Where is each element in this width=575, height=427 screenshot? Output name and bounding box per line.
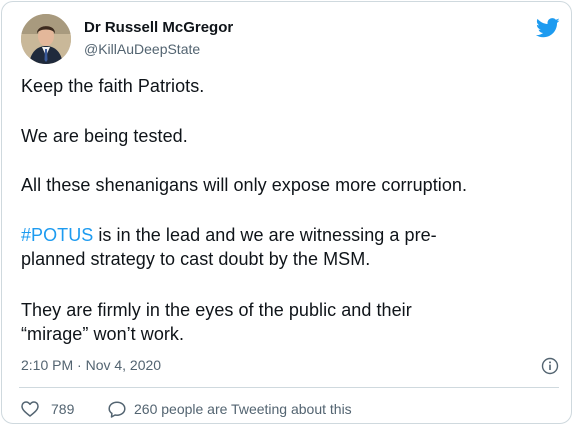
author-handle[interactable]: @KillAuDeepState xyxy=(84,41,200,57)
tweeting-about-link[interactable]: 260 people are Tweeting about this xyxy=(108,400,352,418)
author-name[interactable]: Dr Russell McGregor xyxy=(84,19,233,36)
tweet-text-line: We are being tested. xyxy=(21,126,188,146)
tweet-card: Dr Russell McGregor @KillAuDeepState Kee… xyxy=(1,1,572,424)
divider xyxy=(19,387,559,388)
avatar[interactable] xyxy=(21,14,71,64)
tweet-text-line: All these shenanigans will only expose m… xyxy=(21,175,467,195)
tweet-text-line: planned strategy to cast doubt by the MS… xyxy=(21,249,371,269)
heart-icon xyxy=(21,401,39,417)
like-count: 789 xyxy=(51,401,75,417)
info-icon[interactable] xyxy=(541,357,559,375)
tweet-text-line: They are firmly in the eyes of the publi… xyxy=(21,300,412,320)
hashtag-link[interactable]: #POTUS xyxy=(21,225,93,245)
tweet-timestamp[interactable]: 2:10 PM · Nov 4, 2020 xyxy=(21,357,161,373)
tweeting-about-text: 260 people are Tweeting about this xyxy=(134,401,352,417)
tweet-text-line: “mirage” won’t work. xyxy=(21,324,185,344)
tweet-text-line: Keep the faith Patriots. xyxy=(21,76,205,96)
speech-bubble-icon xyxy=(108,400,126,418)
tweet-text-line: #POTUS is in the lead and we are witness… xyxy=(21,225,437,246)
tweet-text-segment: is in the lead and we are witnessing a p… xyxy=(93,225,437,245)
like-button[interactable]: 789 xyxy=(21,400,74,418)
twitter-bird-icon[interactable] xyxy=(536,18,560,38)
